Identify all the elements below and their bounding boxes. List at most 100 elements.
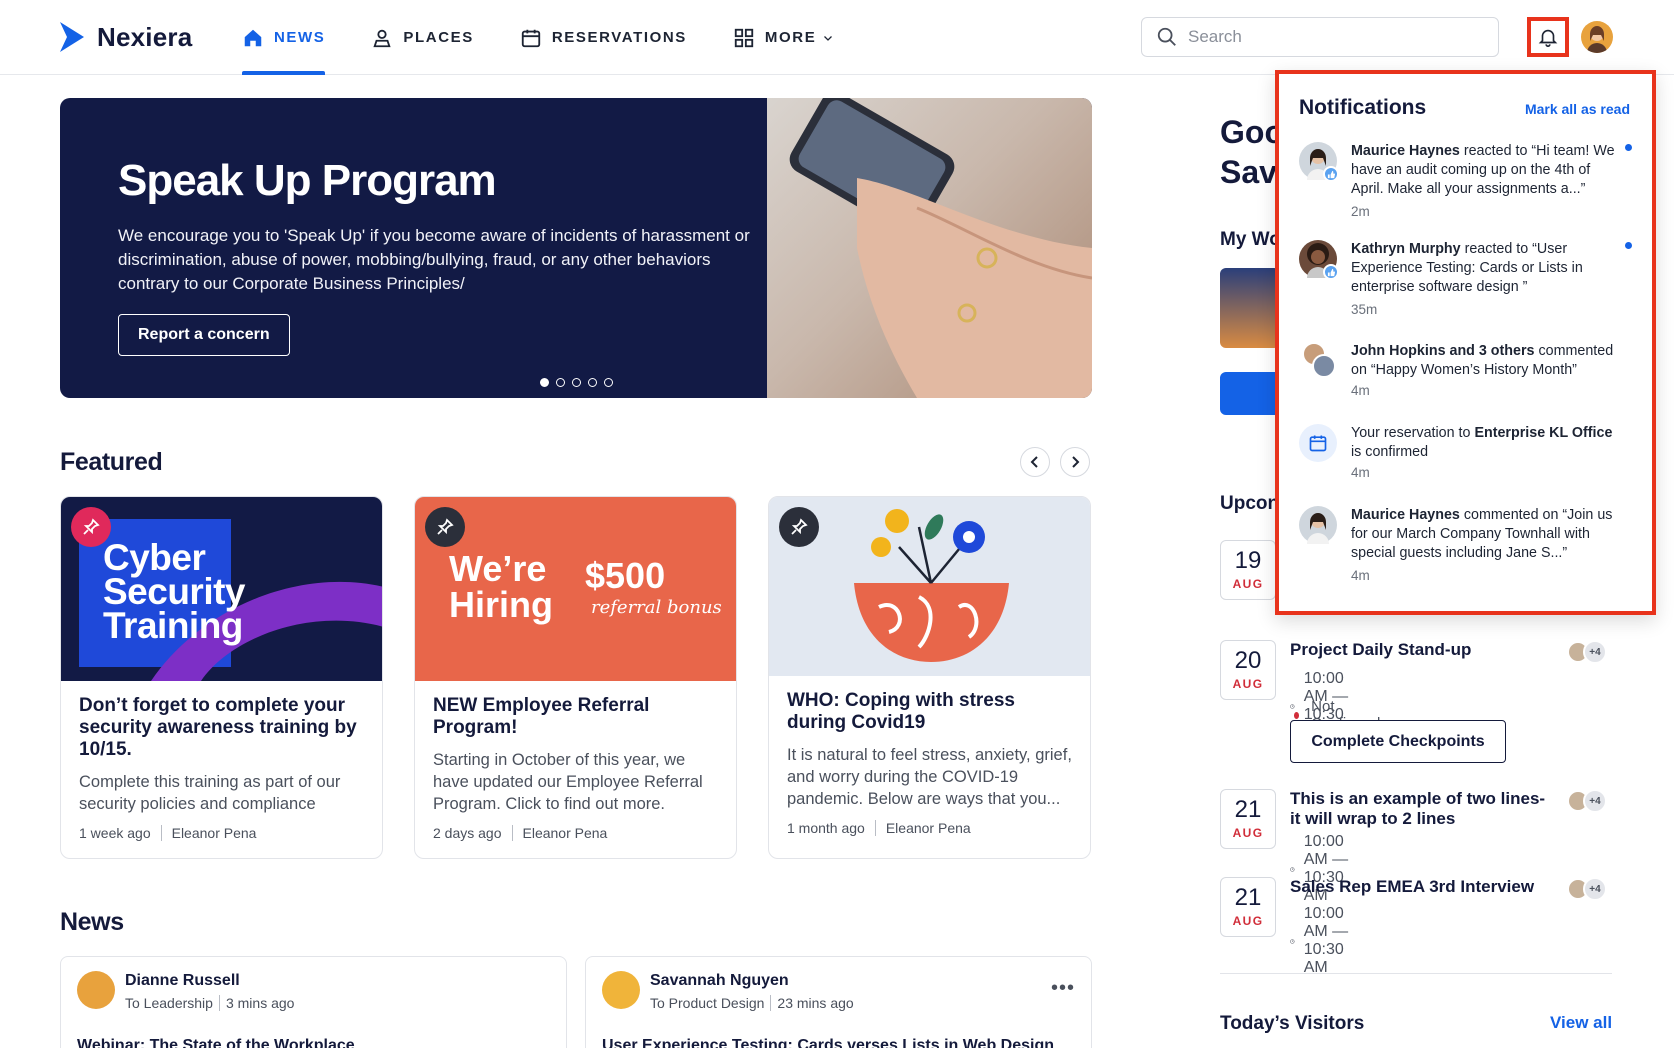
notification-time: 4m: [1351, 568, 1370, 583]
search-box[interactable]: [1141, 17, 1499, 57]
carousel-dot[interactable]: [540, 378, 549, 387]
card-body: Don’t forget to complete your security a…: [61, 681, 382, 841]
news-post-meta: Dianne Russell To Leadership 3 mins ago: [125, 971, 294, 1011]
featured-card[interactable]: WHO: Coping with stress during Covid19 I…: [768, 496, 1091, 859]
card-author[interactable]: Eleanor Pena: [172, 825, 257, 841]
news-author[interactable]: Savannah Nguyen: [650, 972, 854, 990]
notification-actor: John Hopkins and 3 others: [1351, 343, 1535, 359]
card-meta: 1 week ago Eleanor Pena: [79, 825, 365, 841]
card-time: 1 month ago: [787, 820, 865, 836]
card-image-text: Cyber Security Training: [103, 539, 246, 646]
app-logo[interactable]: Nexiera: [58, 20, 192, 54]
card-meta: 1 month ago Eleanor Pena: [787, 820, 1073, 836]
card-time: 2 days ago: [433, 825, 502, 841]
event-attendees[interactable]: +4: [1567, 789, 1607, 813]
notification-time: 4m: [1351, 383, 1370, 398]
card-title[interactable]: NEW Employee Referral Program!: [433, 695, 719, 739]
notification-item[interactable]: John Hopkins and 3 others commented on “…: [1299, 342, 1635, 402]
clock-icon: [1290, 866, 1295, 872]
avatar[interactable]: [77, 971, 115, 1009]
event-month: AUG: [1232, 826, 1264, 840]
search-input[interactable]: [1188, 27, 1468, 47]
notification-item[interactable]: Your reservation to Enterprise KL Office…: [1299, 424, 1635, 484]
section-divider: [1220, 973, 1612, 974]
workspace-action-button[interactable]: [1220, 372, 1280, 415]
attendees-more-count: +4: [1583, 877, 1607, 901]
nav-tab-more[interactable]: MORE: [733, 0, 834, 75]
event-title[interactable]: This is an example of two lines- it will…: [1290, 789, 1560, 829]
card-title[interactable]: WHO: Coping with stress during Covid19: [787, 690, 1073, 734]
event-day: 21: [1234, 796, 1262, 823]
event-time: 10:00 AM — 10:30 AM: [1290, 905, 1354, 977]
news-post[interactable]: Dianne Russell To Leadership 3 mins ago …: [60, 956, 567, 1048]
hero-description: We encourage you to 'Speak Up' if you be…: [118, 226, 750, 293]
featured-prev-button[interactable]: [1020, 447, 1050, 477]
featured-card[interactable]: Cyber Security Training Don’t forget to …: [60, 496, 383, 859]
event-attendees[interactable]: +4: [1567, 877, 1607, 901]
pin-button[interactable]: [425, 507, 465, 547]
featured-card[interactable]: We’re Hiring $500 referral bonus NEW Emp…: [414, 496, 737, 859]
pin-button[interactable]: [779, 507, 819, 547]
card-description: It is natural to feel stress, anxiety, g…: [787, 746, 1072, 808]
nav-tab-places[interactable]: PLACES: [371, 0, 473, 75]
notification-prefix: Your reservation to: [1351, 425, 1475, 441]
news-post-sub: To Product Design 23 mins ago: [650, 995, 854, 1011]
featured-next-button[interactable]: [1060, 447, 1090, 477]
pin-icon: [83, 518, 100, 535]
carousel-dot[interactable]: [572, 378, 581, 387]
event-day: 19: [1234, 547, 1262, 574]
nav-tab-reservations[interactable]: RESERVATIONS: [520, 0, 687, 75]
notification-text: Kathryn Murphy reacted to “User Experien…: [1351, 240, 1615, 297]
card-image-line: Hiring: [449, 584, 553, 625]
chevron-right-icon: [1072, 456, 1080, 468]
event-day: 20: [1234, 647, 1262, 674]
event-title[interactable]: Project Daily Stand-up: [1290, 640, 1560, 660]
carousel-dot[interactable]: [556, 378, 565, 387]
notification-time: 35m: [1351, 302, 1378, 317]
card-author[interactable]: Eleanor Pena: [886, 820, 971, 836]
report-concern-button[interactable]: Report a concern: [118, 314, 290, 356]
card-title[interactable]: Don’t forget to complete your security a…: [79, 695, 365, 761]
news-title[interactable]: User Experience Testing: Cards verses Li…: [602, 1037, 1054, 1048]
news-time: 3 mins ago: [225, 995, 295, 1011]
workspace-image: [1220, 268, 1280, 348]
event-attendees[interactable]: +4: [1567, 640, 1607, 664]
view-all-link[interactable]: View all: [1550, 1013, 1612, 1033]
event-title[interactable]: Sales Rep EMEA 3rd Interview: [1290, 877, 1560, 897]
notification-item[interactable]: Maurice Haynes commented on “Join us for…: [1299, 506, 1635, 586]
bell-icon: [1538, 29, 1558, 47]
carousel-dot[interactable]: [604, 378, 613, 387]
nav-tab-news[interactable]: NEWS: [242, 0, 326, 75]
notification-item[interactable]: Kathryn Murphy reacted to “User Experien…: [1299, 240, 1635, 320]
user-avatar[interactable]: [1581, 21, 1613, 53]
more-options-button[interactable]: •••: [1051, 977, 1075, 1000]
notification-message: is confirmed: [1351, 444, 1429, 460]
stacked-avatars: [1299, 342, 1337, 380]
news-post[interactable]: Savannah Nguyen To Product Design 23 min…: [585, 956, 1092, 1048]
unread-indicator: [1625, 144, 1632, 151]
news-heading: News: [60, 908, 124, 936]
carousel-dot[interactable]: [588, 378, 597, 387]
card-image-line: Training: [103, 605, 243, 646]
notification-time: 2m: [1351, 204, 1370, 219]
complete-checkpoints-button[interactable]: Complete Checkpoints: [1290, 720, 1506, 763]
notification-item[interactable]: Maurice Haynes reacted to “Hi team! We h…: [1299, 142, 1635, 230]
notifications-button[interactable]: [1527, 17, 1569, 57]
meta-divider: [218, 995, 220, 1011]
calendar-icon: [1309, 435, 1327, 452]
notification-text: Your reservation to Enterprise KL Office…: [1351, 424, 1615, 462]
avatar[interactable]: [602, 971, 640, 1009]
news-author[interactable]: Dianne Russell: [125, 972, 294, 990]
hero-image: [767, 98, 1092, 398]
search-icon: [1157, 27, 1176, 46]
news-title[interactable]: Webinar: The State of the Workplace: [77, 1037, 355, 1048]
home-icon: [244, 29, 262, 46]
news-post-meta: Savannah Nguyen To Product Design 23 min…: [650, 971, 854, 1011]
card-author[interactable]: Eleanor Pena: [523, 825, 608, 841]
pin-button[interactable]: [71, 507, 111, 547]
attendees-more-count: +4: [1583, 789, 1607, 813]
event-month: AUG: [1232, 577, 1264, 591]
nav-tab-label: PLACES: [403, 29, 474, 46]
mark-all-read-link[interactable]: Mark all as read: [1525, 101, 1630, 117]
hands-phone-illustration: [789, 98, 1092, 398]
